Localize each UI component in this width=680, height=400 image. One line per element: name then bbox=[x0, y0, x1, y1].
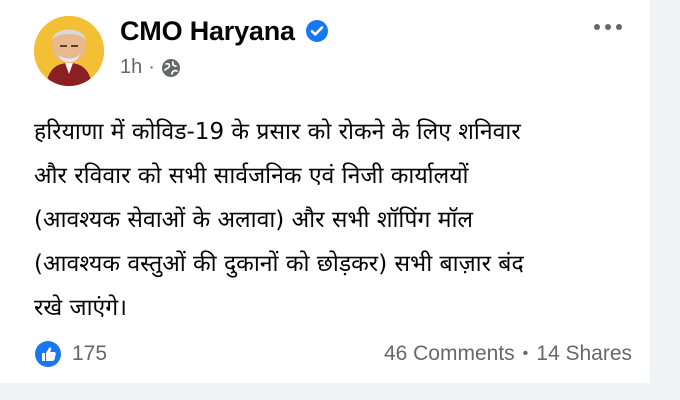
more-dot bbox=[594, 24, 600, 30]
post-line-5: रखे जाएंगे। bbox=[34, 295, 127, 321]
comments-count[interactable]: 46 Comments bbox=[384, 342, 515, 366]
meta-separator: · bbox=[148, 56, 155, 78]
author-avatar[interactable] bbox=[34, 16, 104, 86]
post-line-3: (आवश्यक सेवाओं के अलावा) और सभी शॉपिंग म… bbox=[34, 207, 474, 233]
like-reaction-icon bbox=[35, 341, 61, 367]
globe-icon[interactable] bbox=[161, 58, 181, 78]
more-options-icon[interactable] bbox=[588, 16, 628, 38]
side-background bbox=[650, 0, 680, 400]
post-line-2: और रविवार को सभी सार्वजनिक एवं निजी कार्… bbox=[34, 163, 469, 189]
author-row: CMO Haryana bbox=[120, 16, 329, 46]
reaction-summary[interactable]: 175 bbox=[34, 340, 107, 368]
more-dot bbox=[605, 24, 611, 30]
reaction-count[interactable]: 175 bbox=[72, 342, 107, 366]
post-time[interactable]: 1h bbox=[120, 56, 142, 79]
post-line-1: हरियाणा में कोविड-19 के प्रसार को रोकने … bbox=[34, 119, 521, 145]
shares-count[interactable]: 14 Shares bbox=[536, 342, 632, 366]
post-line-4: (आवश्यक वस्तुओं की दुकानों को छोड़कर) सभ… bbox=[34, 251, 524, 277]
stats-separator: • bbox=[522, 345, 529, 362]
engagement-stats: 46 Comments • 14 Shares bbox=[384, 342, 632, 366]
verified-badge-icon bbox=[305, 20, 328, 42]
post-message: हरियाणा में कोविड-19 के प्रसार को रोकने … bbox=[34, 110, 634, 330]
author-name[interactable]: CMO Haryana bbox=[120, 16, 295, 47]
post-meta: 1h · bbox=[120, 56, 181, 79]
more-dot bbox=[616, 24, 622, 30]
facebook-post-card: CMO Haryana 1h · हरियाणा में कोविड-19 के… bbox=[0, 0, 680, 400]
bottom-background bbox=[0, 383, 680, 400]
